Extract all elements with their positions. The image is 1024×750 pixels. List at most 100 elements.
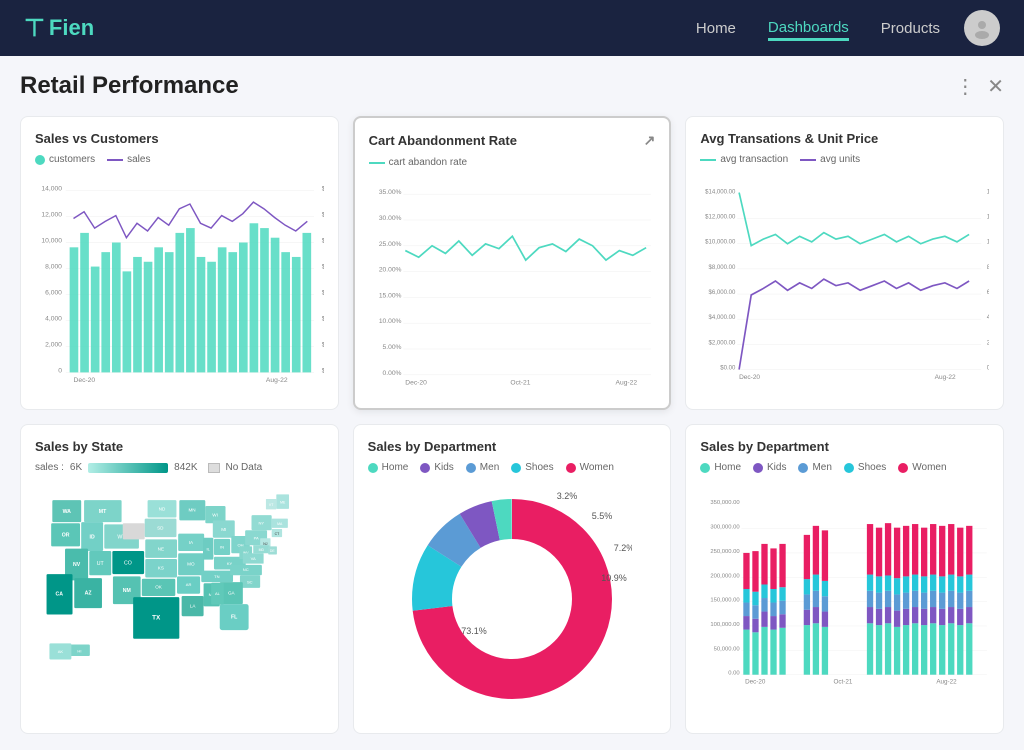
svg-text:AK: AK (58, 649, 64, 654)
svg-text:10.00: 10.00 (987, 240, 989, 246)
svg-text:0: 0 (58, 367, 62, 374)
legend-sales: sales (107, 154, 150, 165)
svg-text:TN: TN (214, 574, 219, 579)
cart-rate-line (369, 162, 385, 164)
svg-text:OK: OK (155, 585, 163, 590)
svg-text:WA: WA (63, 509, 72, 515)
state-nd-nodata (123, 523, 145, 539)
map-legend-max: 842K (174, 462, 197, 473)
legend-avg-transaction: avg transaction (700, 154, 788, 165)
svg-text:ME: ME (280, 501, 286, 505)
donut-center (456, 543, 568, 655)
donut-label-kids: 5.5% (592, 511, 613, 521)
home-dot (368, 463, 378, 473)
svg-text:NE: NE (158, 546, 164, 551)
sales-vs-customers-card: Sales vs Customers customers sales 0 2,0… (20, 116, 339, 410)
svg-text:$350,000: $350,000 (322, 186, 324, 193)
svg-text:PA: PA (254, 535, 259, 540)
svg-text:NY: NY (259, 520, 265, 525)
cart-abandonment-title: Cart Abandonment Rate ↗ (369, 132, 656, 149)
customers-dot (35, 155, 45, 165)
svg-text:NC: NC (243, 567, 249, 572)
svg-text:$200,000: $200,000 (322, 263, 324, 270)
svg-text:$250,000: $250,000 (322, 238, 324, 245)
svg-text:Dec-20: Dec-20 (405, 379, 427, 386)
kids-dot (420, 463, 430, 473)
svg-text:4.00: 4.00 (987, 315, 989, 321)
svg-text:HI: HI (77, 649, 81, 654)
svg-text:$14,000.00: $14,000.00 (705, 189, 736, 195)
dept-men-dot (798, 463, 808, 473)
svg-text:MA: MA (277, 522, 283, 526)
svg-text:LA: LA (190, 604, 197, 609)
page-header: Retail Performance ⋮ ✕ (20, 72, 1004, 100)
map-legend: sales : 6K 842K No Data (35, 462, 324, 473)
svg-text:DE: DE (270, 549, 275, 553)
avg-transactions-area: $0.00 $2,000.00 $4,000.00 $6,000.00 $8,0… (700, 171, 989, 391)
svg-text:ND: ND (159, 507, 166, 512)
sales-by-dept-bar-title: Sales by Department (700, 439, 989, 454)
customers-label: customers (49, 154, 95, 165)
svg-text:6.00: 6.00 (987, 290, 989, 296)
svg-text:200,000.00: 200,000.00 (711, 573, 741, 579)
avg-transactions-legend: avg transaction avg units (700, 154, 989, 165)
dept-bar-legend-shoes: Shoes (844, 462, 886, 473)
svg-text:10,000: 10,000 (41, 238, 62, 245)
sales-label: sales (127, 154, 150, 165)
svg-text:100,000.00: 100,000.00 (711, 622, 741, 628)
svg-text:300,000.00: 300,000.00 (711, 525, 741, 531)
svg-text:2,000: 2,000 (45, 341, 62, 348)
avg-transaction-label: avg transaction (720, 154, 788, 165)
donut-label-women: 73.1% (461, 626, 487, 636)
legend-cart-rate: cart abandon rate (369, 157, 467, 168)
svg-text:$8,000.00: $8,000.00 (709, 265, 737, 271)
map-gradient (88, 463, 168, 473)
avatar[interactable] (964, 10, 1000, 46)
svg-text:MN: MN (188, 508, 195, 513)
nav-products[interactable]: Products (881, 16, 940, 41)
svg-text:MD: MD (259, 548, 265, 552)
avg-transaction-line (700, 159, 716, 161)
svg-text:5.00%: 5.00% (382, 344, 401, 351)
sales-line (107, 159, 123, 161)
nav-dashboards[interactable]: Dashboards (768, 15, 849, 41)
sales-by-dept-donut-title: Sales by Department (368, 439, 657, 454)
svg-text:12,000: 12,000 (41, 212, 62, 219)
legend-shoes: Shoes (511, 462, 553, 473)
no-data-box (208, 463, 220, 473)
dept-bar-legend-kids: Kids (753, 462, 786, 473)
svg-text:SC: SC (247, 579, 253, 584)
legend-women: Women (566, 462, 614, 473)
expand-icon[interactable]: ↗ (644, 132, 656, 149)
svg-text:35.00%: 35.00% (379, 189, 402, 196)
svg-text:8.00: 8.00 (987, 265, 989, 271)
svg-text:$4,000.00: $4,000.00 (709, 315, 737, 321)
svg-text:$0: $0 (322, 367, 324, 374)
more-options-icon[interactable]: ⋮ (955, 74, 975, 99)
nav: Home Dashboards Products (696, 15, 940, 41)
page: Retail Performance ⋮ ✕ Sales vs Customer… (0, 56, 1024, 750)
svg-text:Oct-21: Oct-21 (834, 679, 853, 686)
svg-text:ID: ID (90, 534, 95, 540)
svg-text:WI: WI (212, 512, 218, 517)
svg-text:$0.00: $0.00 (721, 365, 737, 371)
donut-label-home: 3.2% (557, 491, 578, 501)
svg-text:MO: MO (187, 561, 195, 566)
svg-text:Aug-22: Aug-22 (937, 679, 958, 686)
svg-text:14.00: 14.00 (987, 189, 989, 195)
men-dot (466, 463, 476, 473)
dept-bar-legend-home: Home (700, 462, 741, 473)
svg-text:$50,000: $50,000 (322, 341, 324, 348)
sales-by-dept-bar-card: Sales by Department Home Kids Men Shoes (685, 424, 1004, 734)
svg-text:250,000.00: 250,000.00 (711, 549, 741, 555)
nav-home[interactable]: Home (696, 16, 736, 41)
dept-women-dot (898, 463, 908, 473)
svg-text:CO: CO (124, 560, 132, 566)
map-legend-sales-label: sales : (35, 462, 64, 473)
avg-units-line (800, 159, 816, 161)
avg-transactions-title: Avg Transations & Unit Price (700, 131, 989, 146)
sales-by-state-card: Sales by State sales : 6K 842K No Data W… (20, 424, 339, 734)
svg-text:AR: AR (186, 582, 192, 587)
close-icon[interactable]: ✕ (987, 74, 1004, 99)
svg-text:MT: MT (99, 509, 107, 515)
